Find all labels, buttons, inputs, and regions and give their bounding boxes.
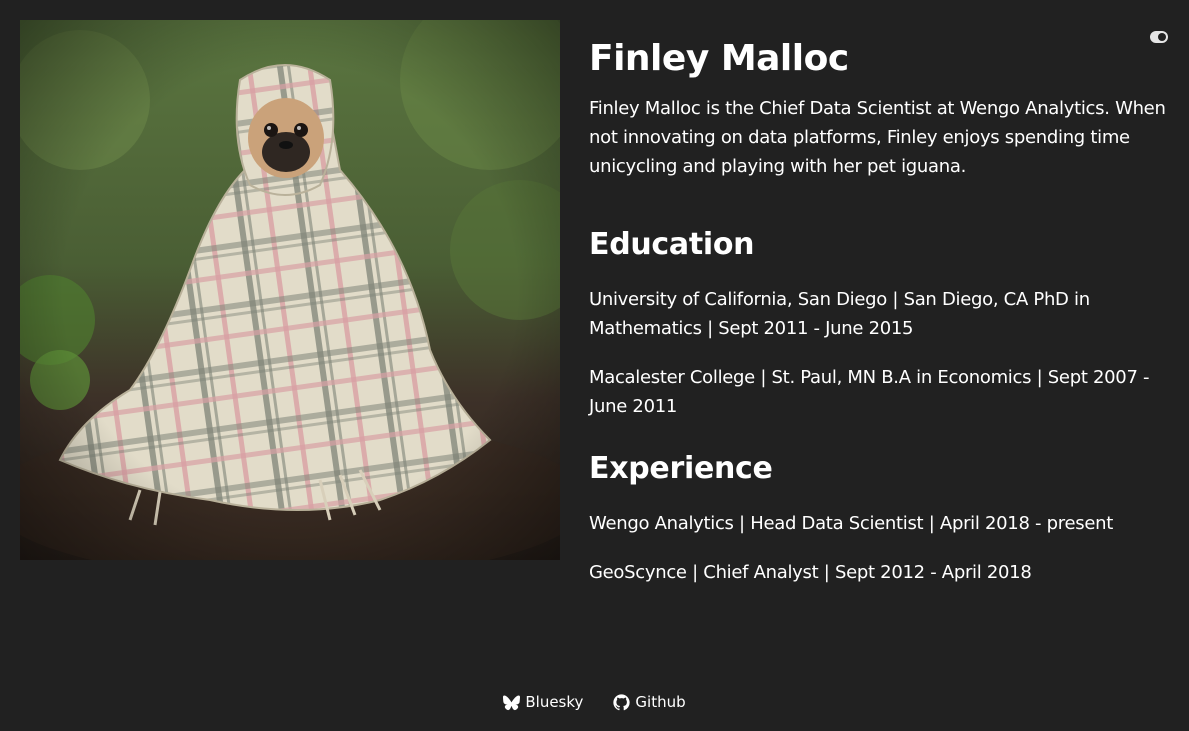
github-label: Github	[635, 693, 686, 711]
profile-name: Finley Malloc	[589, 38, 849, 79]
profile-content: Finley Malloc Finley Malloc is the Chief…	[589, 36, 1169, 607]
bluesky-link[interactable]: Bluesky	[503, 692, 583, 712]
toggle-icon	[1158, 33, 1166, 41]
experience-section: Experience Wengo Analytics | Head Data S…	[589, 449, 1169, 587]
about-page: Finley Malloc Finley Malloc is the Chief…	[0, 0, 1189, 731]
github-icon	[613, 693, 631, 710]
education-title: Education	[589, 227, 755, 262]
bluesky-label: Bluesky	[525, 693, 584, 711]
footer: Bluesky Github	[0, 692, 1189, 712]
theme-toggle[interactable]	[1150, 31, 1168, 43]
education-item: Macalester College | St. Paul, MN B.A in…	[589, 367, 1150, 417]
github-link[interactable]: Github	[613, 692, 686, 712]
bluesky-icon	[503, 695, 521, 710]
experience-item: Wengo Analytics | Head Data Scientist | …	[589, 513, 1113, 534]
profile-bio: Finley Malloc is the Chief Data Scientis…	[589, 98, 1166, 177]
education-item: University of California, San Diego | Sa…	[589, 289, 1090, 339]
experience-title: Experience	[589, 451, 773, 486]
profile-photo	[20, 20, 560, 560]
education-section: Education University of California, San …	[589, 225, 1169, 421]
experience-item: GeoScynce | Chief Analyst | Sept 2012 - …	[589, 562, 1032, 583]
